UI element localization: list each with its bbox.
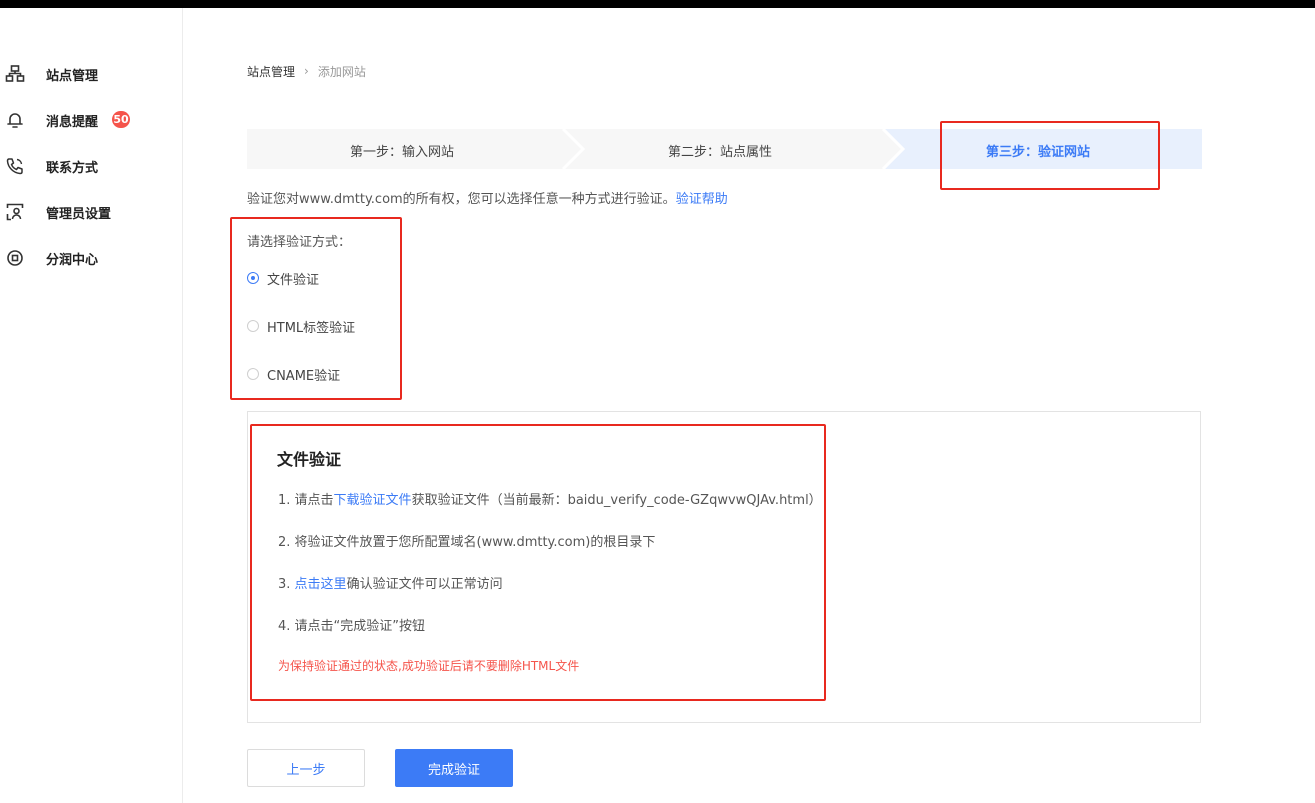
sidebar-item-label: 分润中心 bbox=[46, 253, 99, 268]
radio-file-verification[interactable]: 文件验证 bbox=[247, 268, 319, 288]
intro-text: 验证您对www.dmtty.com的所有权，您可以选择任意一种方式进行验证。 bbox=[247, 192, 676, 207]
sidebar-item-profit-center[interactable]: 分润中心 bbox=[0, 242, 182, 274]
panel-title: 文件验证 bbox=[277, 450, 342, 469]
radio-label: HTML标签验证 bbox=[267, 320, 356, 336]
instruction-step-1: 1. 请点击下载验证文件获取验证文件（当前最新：baidu_verify_cod… bbox=[278, 489, 822, 508]
step-3-prefix: 3. bbox=[278, 577, 295, 592]
radio-label: 文件验证 bbox=[267, 272, 320, 288]
sidebar-item-site-management[interactable]: 站点管理 bbox=[0, 58, 182, 90]
step-3-suffix: 确认验证文件可以正常访问 bbox=[346, 577, 503, 592]
radio-unchecked-icon[interactable] bbox=[247, 368, 259, 380]
instruction-step-4: 4. 请点击“完成验证”按钮 bbox=[278, 619, 426, 634]
step-1-suffix: 获取验证文件（当前最新：baidu_verify_code-GZqwvwQJAv… bbox=[411, 493, 822, 508]
sidebar-item-label: 消息提醒 bbox=[46, 115, 99, 130]
radio-html-tag-verification[interactable]: HTML标签验证 bbox=[247, 316, 355, 336]
breadcrumb-current: 添加网站 bbox=[317, 64, 366, 79]
method-select-title: 请选择验证方式： bbox=[247, 235, 352, 250]
warning-text: 为保持验证通过的状态,成功验证后请不要删除HTML文件 bbox=[278, 659, 580, 673]
download-verification-file-link[interactable]: 下载验证文件 bbox=[334, 493, 412, 508]
instruction-step-3: 3. 点击这里确认验证文件可以正常访问 bbox=[278, 573, 503, 592]
breadcrumb: 站点管理 › 添加网站 bbox=[247, 62, 366, 80]
complete-verification-button[interactable]: 完成验证 bbox=[395, 749, 513, 787]
instruction-step-2: 2. 将验证文件放置于您所配置域名(www.dmtty.com)的根目录下 bbox=[278, 535, 656, 550]
verification-instructions-panel bbox=[247, 411, 1201, 723]
chevron-right-icon: › bbox=[304, 64, 309, 78]
step-3-label-active: 第三步：验证网站 bbox=[986, 145, 1091, 160]
verification-help-link[interactable]: 验证帮助 bbox=[676, 192, 728, 207]
top-bar bbox=[0, 0, 1315, 8]
sidebar-item-label: 联系方式 bbox=[46, 161, 99, 176]
sidebar-item-admin-settings[interactable]: 管理员设置 bbox=[0, 196, 182, 228]
sidebar: 站点管理 消息提醒 50 联系方式 管理员设置 分润中心 bbox=[0, 8, 183, 803]
sidebar-item-label: 站点管理 bbox=[46, 69, 99, 84]
step-2-label: 第二步：站点属性 bbox=[668, 145, 773, 160]
notification-count-badge: 50 bbox=[112, 111, 130, 128]
step-1-prefix: 1. 请点击 bbox=[278, 493, 334, 508]
verification-intro: 验证您对www.dmtty.com的所有权，您可以选择任意一种方式进行验证。验证… bbox=[247, 188, 728, 207]
click-here-link[interactable]: 点击这里 bbox=[295, 577, 347, 592]
radio-checked-icon[interactable] bbox=[247, 272, 259, 284]
step-progress-bar: 第一步：输入网站 第二步：站点属性 第三步：验证网站 bbox=[247, 129, 1202, 169]
sidebar-item-contact[interactable]: 联系方式 bbox=[0, 150, 182, 182]
step-1-label: 第一步：输入网站 bbox=[350, 145, 455, 160]
breadcrumb-site-management[interactable]: 站点管理 bbox=[247, 63, 295, 80]
radio-label: CNAME验证 bbox=[267, 368, 341, 384]
coin-icon bbox=[5, 248, 25, 268]
radio-cname-verification[interactable]: CNAME验证 bbox=[247, 364, 340, 384]
phone-icon bbox=[5, 156, 25, 176]
sidebar-item-label: 管理员设置 bbox=[46, 207, 112, 222]
bell-icon bbox=[5, 110, 25, 130]
previous-step-button[interactable]: 上一步 bbox=[247, 749, 365, 787]
sitemap-icon bbox=[5, 64, 25, 84]
admin-user-icon bbox=[5, 202, 25, 222]
sidebar-item-notifications[interactable]: 消息提醒 50 bbox=[0, 104, 182, 136]
radio-unchecked-icon[interactable] bbox=[247, 320, 259, 332]
